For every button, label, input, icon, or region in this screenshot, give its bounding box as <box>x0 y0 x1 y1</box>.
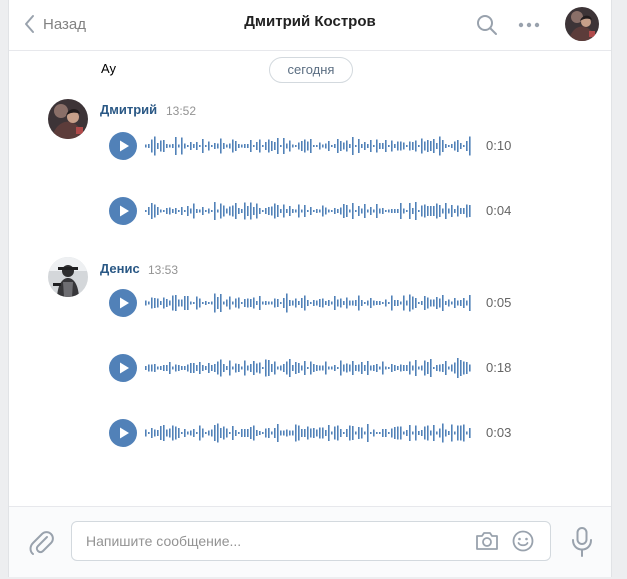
play-button[interactable] <box>109 354 137 382</box>
voice-duration: 0:18 <box>486 360 512 375</box>
waveform[interactable] <box>145 197 475 225</box>
waveform[interactable] <box>145 132 475 160</box>
voice-duration: 0:04 <box>486 203 512 218</box>
play-button[interactable] <box>109 132 137 160</box>
play-icon <box>120 205 129 217</box>
back-button[interactable]: Назад <box>23 12 86 36</box>
voice-message: 0:18 <box>109 354 512 382</box>
message-author[interactable]: Денис <box>100 261 140 276</box>
voice-message: 0:10 <box>109 132 512 160</box>
play-icon <box>120 427 129 439</box>
waveform[interactable] <box>145 354 475 382</box>
avatar[interactable] <box>565 7 599 41</box>
message-input[interactable] <box>86 530 466 552</box>
play-button[interactable] <box>109 289 137 317</box>
avatar[interactable] <box>48 257 88 297</box>
search-icon[interactable] <box>475 13 499 37</box>
voice-duration: 0:10 <box>486 138 512 153</box>
previous-message-text: Ау <box>101 61 117 76</box>
play-icon <box>120 362 129 374</box>
message-time: 13:53 <box>148 263 179 277</box>
voice-duration: 0:05 <box>486 295 512 310</box>
message-history: Ау сегодня Дмитрий 13:52 0:10 0:04 Денис… <box>9 51 611 506</box>
voice-message: 0:03 <box>109 419 512 447</box>
play-icon <box>120 140 129 152</box>
voice-message: 0:04 <box>109 197 512 225</box>
more-icon[interactable] <box>516 13 542 37</box>
attach-icon[interactable] <box>27 528 55 556</box>
chevron-left-icon <box>25 15 34 33</box>
dialog-header: Назад Дмитрий Костров <box>9 0 611 51</box>
message-composer <box>9 506 611 577</box>
waveform[interactable] <box>145 419 475 447</box>
voice-duration: 0:03 <box>486 425 512 440</box>
message-time: 13:52 <box>166 104 197 118</box>
play-button[interactable] <box>109 197 137 225</box>
voice-message: 0:05 <box>109 289 512 317</box>
message-input-box <box>71 521 551 561</box>
back-label: Назад <box>43 15 86 33</box>
play-icon <box>120 297 129 309</box>
play-button[interactable] <box>109 419 137 447</box>
date-separator: сегодня <box>269 57 353 83</box>
dialog-window: Назад Дмитрий Костров Ау сегодня Дмитрий… <box>8 0 612 577</box>
camera-icon[interactable] <box>474 530 500 552</box>
waveform[interactable] <box>145 289 475 317</box>
microphone-icon[interactable] <box>570 526 594 558</box>
avatar[interactable] <box>48 99 88 139</box>
emoji-icon[interactable] <box>511 529 535 553</box>
message-author[interactable]: Дмитрий <box>100 102 157 117</box>
